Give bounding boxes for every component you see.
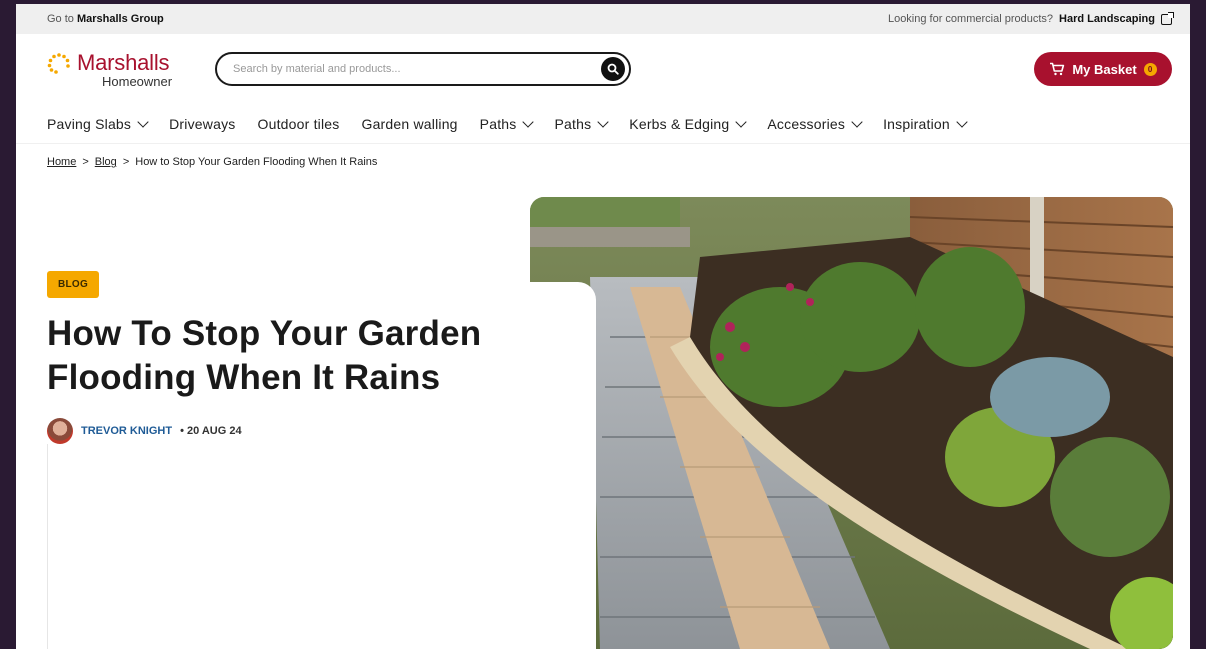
chevron-down-icon xyxy=(522,115,535,128)
chevron-down-icon xyxy=(956,115,968,128)
hard-landscaping-link[interactable]: Hard Landscaping xyxy=(1059,13,1155,25)
category-badge[interactable]: BLOG xyxy=(47,271,100,298)
nav-item-accessories[interactable]: Accessories xyxy=(767,115,863,132)
chevron-down-icon xyxy=(851,115,863,128)
brand-subtitle: Homeowner xyxy=(102,73,173,89)
page: Go to Marshalls Group Looking for commer… xyxy=(16,4,1190,649)
main-nav: Paving Slabs Driveways Outdoor tiles Gar… xyxy=(16,104,1190,144)
search-input[interactable] xyxy=(233,63,573,75)
group-link-prefix: Go to xyxy=(47,13,74,25)
breadcrumb-separator-icon: > xyxy=(82,156,89,168)
nav-item-kerbs-edging[interactable]: Kerbs & Edging xyxy=(629,115,748,132)
breadcrumb: Home > Blog > How to Stop Your Garden Fl… xyxy=(16,144,1190,168)
search-icon xyxy=(607,63,619,75)
divider xyxy=(47,444,48,649)
chevron-down-icon xyxy=(597,115,609,128)
author-name[interactable]: TREVOR KNIGHT xyxy=(81,425,172,437)
nav-item-driveways[interactable]: Driveways xyxy=(169,116,235,132)
publish-date: • 20 AUG 24 xyxy=(180,425,242,437)
site-header: Marshalls Homeowner My Basket 0 xyxy=(16,34,1190,104)
hero-image-notch xyxy=(530,282,596,649)
nav-item-paths-2[interactable]: Paths xyxy=(554,115,609,132)
article-header: BLOG How To Stop Your Garden Flooding Wh… xyxy=(47,271,517,444)
breadcrumb-blog[interactable]: Blog xyxy=(95,156,117,168)
chevron-down-icon xyxy=(735,115,748,128)
cart-icon xyxy=(1050,62,1065,76)
breadcrumb-home[interactable]: Home xyxy=(47,156,76,168)
avatar xyxy=(47,418,73,444)
search-button[interactable] xyxy=(601,57,625,81)
chevron-down-icon xyxy=(137,115,149,128)
author-byline: TREVOR KNIGHT • 20 AUG 24 xyxy=(47,418,517,444)
external-link-icon xyxy=(1161,11,1174,25)
logo[interactable]: Marshalls Homeowner xyxy=(47,50,197,89)
commercial-prompt: Looking for commercial products? xyxy=(887,13,1054,25)
utility-bar: Go to Marshalls Group Looking for commer… xyxy=(16,4,1190,34)
basket-count-badge: 0 xyxy=(1143,62,1157,76)
nav-item-inspiration[interactable]: Inspiration xyxy=(883,115,968,132)
sun-logo-icon xyxy=(47,52,71,74)
page-title: How To Stop Your Garden Flooding When It… xyxy=(47,314,482,397)
group-link[interactable]: Go to Marshalls Group xyxy=(47,13,164,25)
breadcrumb-current: How to Stop Your Garden Flooding When It… xyxy=(135,156,378,168)
brand-name: Marshalls xyxy=(77,49,170,75)
group-link-label[interactable]: Marshalls Group xyxy=(77,13,164,25)
nav-item-paving-slabs[interactable]: Paving Slabs xyxy=(47,115,149,132)
commercial-link[interactable]: Looking for commercial products? Hard La… xyxy=(887,11,1174,25)
basket-label: My Basket xyxy=(1072,61,1137,77)
hero-image xyxy=(530,197,1173,649)
nav-item-garden-walling[interactable]: Garden walling xyxy=(361,116,457,132)
basket-button[interactable]: My Basket 0 xyxy=(1034,52,1172,86)
search-bar xyxy=(215,52,631,86)
nav-item-outdoor-tiles[interactable]: Outdoor tiles xyxy=(258,116,340,132)
breadcrumb-separator-icon: > xyxy=(122,156,130,168)
nav-item-paths[interactable]: Paths xyxy=(480,115,535,132)
